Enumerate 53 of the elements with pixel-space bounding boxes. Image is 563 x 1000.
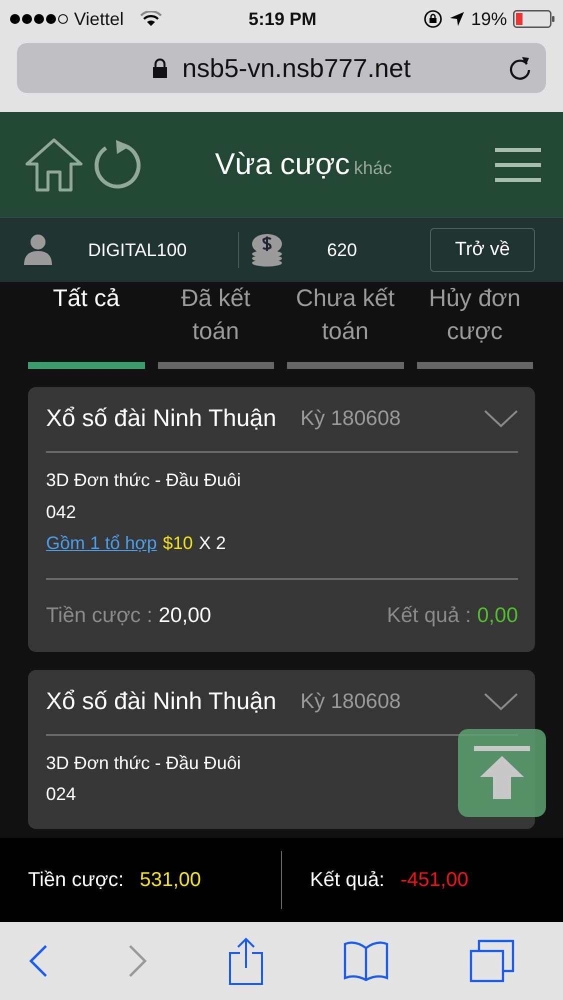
combination-link[interactable]: Gồm 1 tổ hợp	[46, 528, 157, 560]
user-icon	[24, 234, 52, 266]
lottery-name: Xổ số đài Ninh Thuận	[46, 405, 276, 433]
colon-mark: :	[465, 604, 472, 628]
result-amount: 0,00	[477, 604, 518, 628]
battery-percentage: 19%	[470, 8, 507, 30]
reload-icon[interactable]	[508, 55, 532, 81]
total-stake-amount: 531,00	[140, 868, 201, 892]
bet-numbers: 042	[46, 500, 78, 524]
lock-icon	[152, 58, 168, 78]
filter-tab[interactable]: Chưa kết toán	[287, 282, 404, 369]
lottery-name: Xổ số đài Ninh Thuận	[46, 688, 276, 716]
balance-amount: 620	[327, 240, 358, 260]
filter-tab[interactable]: Hủy đơn cược	[416, 282, 533, 369]
signal-icon	[10, 13, 68, 25]
clock-time: 5:19 PM	[248, 8, 317, 30]
url-text: nsb5-vn.nsb777.net	[182, 52, 411, 84]
page-subtitle: khác	[354, 158, 392, 178]
multiplier: X 2	[198, 532, 226, 555]
bet-type: 3D Đơn thức - Đầu Đuôi	[46, 469, 242, 492]
wifi-icon	[140, 11, 162, 27]
location-arrow-icon	[448, 11, 465, 27]
stake-label: Tiền cược	[46, 604, 141, 628]
filter-tab[interactable]: Đã kết toán	[158, 282, 274, 369]
carrier-name: Viettel	[74, 8, 124, 30]
address-bar[interactable]: nsb5-vn.nsb777.net	[17, 43, 546, 93]
back-button[interactable]: Trở về	[430, 228, 535, 272]
tabs-icon[interactable]	[469, 939, 515, 983]
filter-tab[interactable]: Tất cả	[28, 282, 144, 369]
chevron-down-icon[interactable]	[484, 692, 518, 710]
scroll-top-button[interactable]	[458, 729, 546, 817]
home-icon[interactable]	[24, 138, 84, 192]
menu-icon[interactable]	[495, 146, 541, 184]
bet-numbers: 024	[46, 783, 78, 806]
total-result-amount: -451,00	[400, 868, 468, 892]
battery-icon	[513, 10, 555, 28]
coins-icon	[251, 233, 283, 267]
refresh-icon[interactable]	[92, 140, 142, 190]
unit-amount: $10	[162, 532, 193, 555]
total-result-label: Kết quả:	[310, 868, 385, 892]
share-icon[interactable]	[228, 937, 264, 985]
username: DIGITAL100	[88, 240, 188, 260]
total-stake-label: Tiền cược:	[28, 868, 124, 892]
result-label: Kết quả	[386, 604, 460, 628]
colon-mark: :	[146, 604, 153, 628]
stake-amount: 20,00	[158, 604, 212, 628]
bookmarks-icon[interactable]	[343, 940, 390, 982]
bet-type: 3D Đơn thức - Đầu Đuôi	[46, 752, 242, 774]
draw-period: Kỳ 180608	[300, 407, 402, 431]
page-title: Vừa cược	[215, 148, 350, 182]
draw-period: Kỳ 180608	[300, 690, 402, 714]
rotation-lock-icon	[422, 9, 443, 29]
chevron-down-icon[interactable]	[484, 410, 518, 428]
